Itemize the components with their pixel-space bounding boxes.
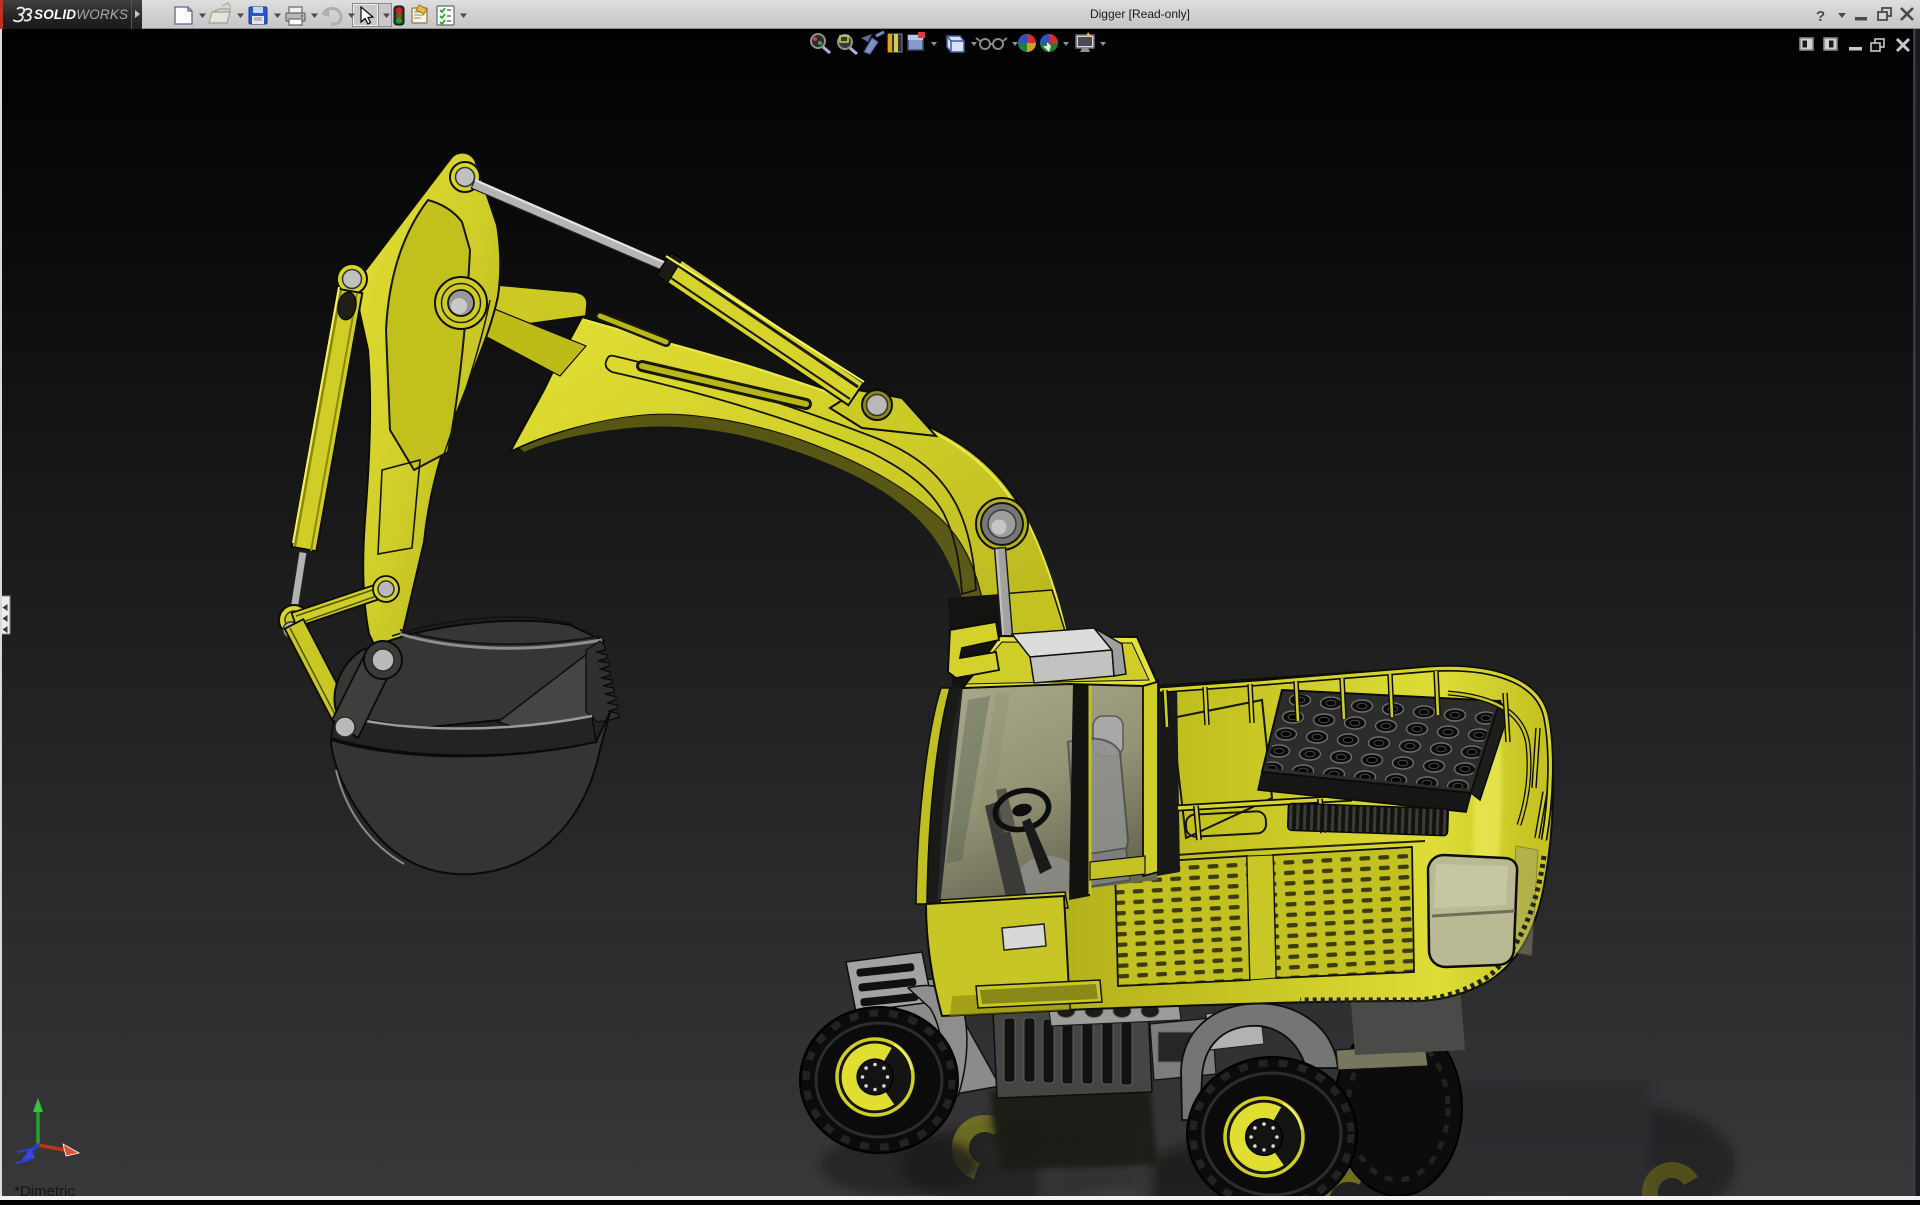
svg-text:?: ? <box>1816 8 1825 25</box>
